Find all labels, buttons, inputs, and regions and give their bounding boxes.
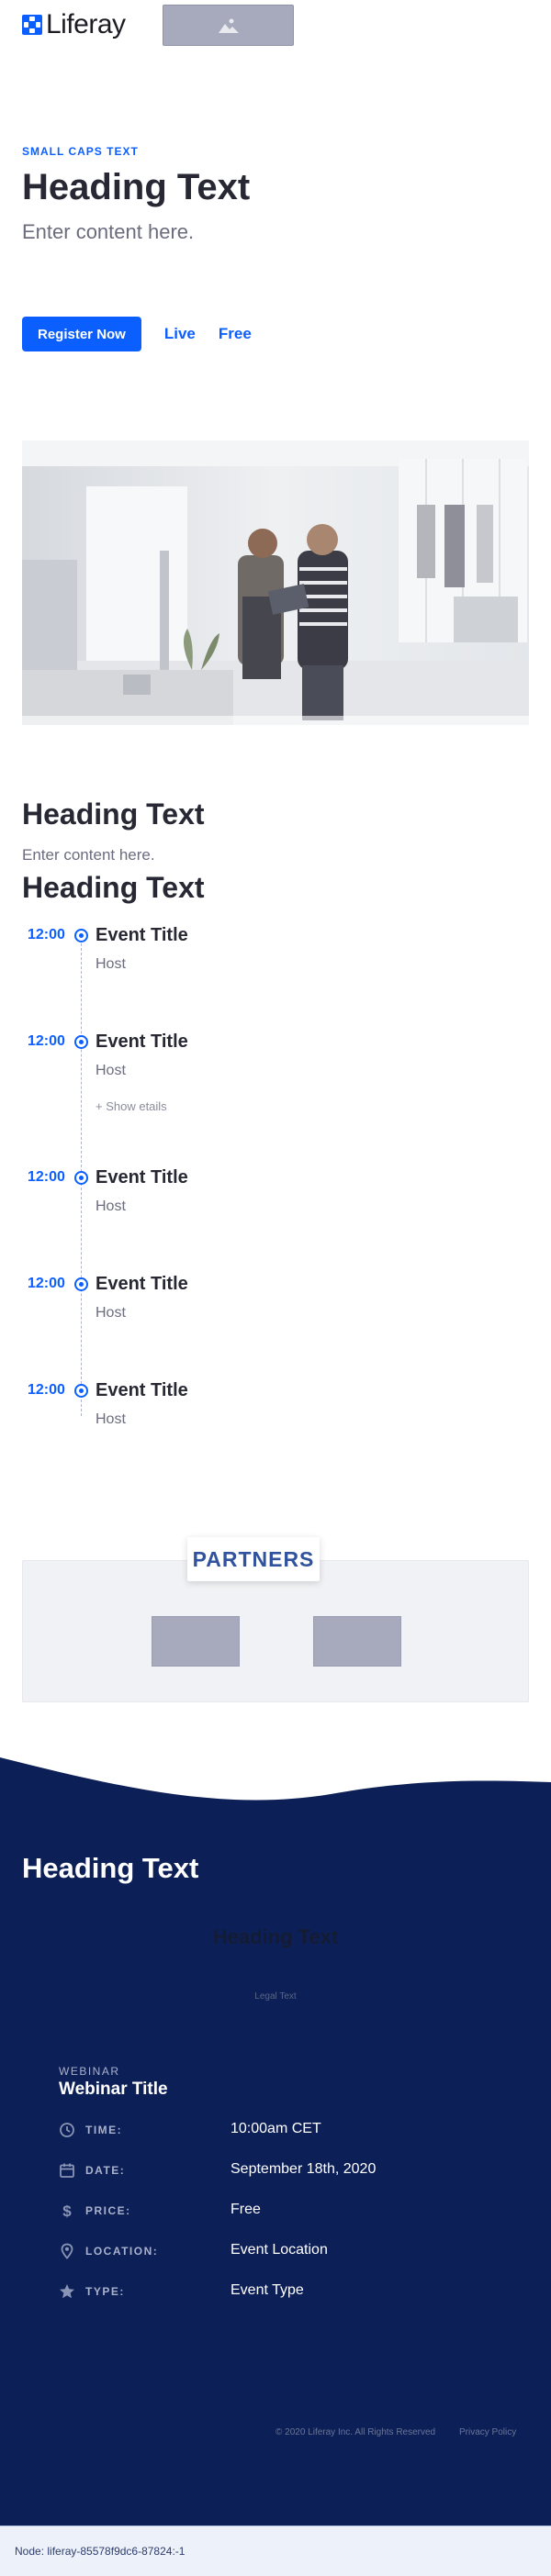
live-link[interactable]: Live	[164, 325, 196, 343]
event-time: 12:00	[28, 1276, 65, 1291]
show-details-link[interactable]: + Show etails	[96, 1099, 167, 1113]
legal-text: Legal Text	[254, 1991, 297, 2002]
store-photo	[22, 440, 529, 725]
detail-value: Event Location	[231, 2242, 328, 2258]
event-title: Event Title	[96, 1380, 188, 1400]
agenda-heading-2: Heading Text	[22, 871, 205, 905]
hero-lead: Enter content here.	[22, 220, 195, 243]
image-icon	[218, 18, 239, 33]
cta-row: Register Now Live Free	[22, 317, 252, 351]
event-host: Host	[96, 956, 126, 972]
detail-row-type: TYPE: Event Type	[59, 2281, 500, 2303]
detail-label: PRICE:	[85, 2204, 131, 2217]
event-time: 12:00	[28, 1382, 65, 1398]
node-status-bar: Node: liferay-85578f9dc6-87824:-1	[0, 2526, 551, 2576]
detail-label: LOCATION:	[85, 2245, 159, 2258]
copyright-text: © 2020 Liferay Inc. All Rights Reserved	[276, 2427, 436, 2437]
hero-heading: Heading Text	[22, 167, 251, 207]
detail-value: September 18th, 2020	[231, 2161, 377, 2177]
location-pin-icon	[61, 2243, 73, 2259]
calendar-icon	[60, 2163, 74, 2178]
svg-text:$: $	[62, 2202, 72, 2219]
clock-icon	[60, 2123, 74, 2137]
partners-panel	[22, 1560, 529, 1702]
footer-heading: Heading Text	[22, 1852, 199, 1884]
agenda-subtext: Enter content here.	[22, 846, 155, 864]
footer-body	[0, 1848, 551, 2526]
event-title: Event Title	[96, 1167, 188, 1188]
timeline-dot-icon	[74, 929, 88, 942]
free-link[interactable]: Free	[219, 325, 252, 343]
timeline-dot-icon	[74, 1171, 88, 1185]
footer-wave	[0, 1757, 551, 1849]
webinar-info: WEBINAR Webinar Title	[59, 2065, 500, 2100]
register-now-button[interactable]: Register Now	[22, 317, 141, 351]
agenda-section: Heading Text Enter content here. Heading…	[22, 797, 529, 1427]
event-host: Host	[96, 1305, 126, 1321]
logo-text: Liferay	[46, 9, 126, 39]
event-time: 12:00	[28, 927, 65, 942]
event-host: Host	[96, 1199, 126, 1214]
partner-logo[interactable]	[313, 1616, 401, 1667]
detail-label: DATE:	[85, 2164, 126, 2177]
detail-row-date: DATE: September 18th, 2020	[59, 2160, 500, 2182]
agenda-heading: Heading Text	[22, 797, 205, 831]
site-header: Liferay	[0, 0, 551, 55]
detail-value: 10:00am CET	[231, 2121, 321, 2136]
node-status-text: Node: liferay-85578f9dc6-87824:-1	[15, 2545, 186, 2558]
timeline-dot-icon	[74, 1035, 88, 1049]
privacy-policy-link[interactable]: Privacy Policy	[459, 2427, 516, 2437]
detail-value: Event Type	[231, 2282, 304, 2298]
event-host: Host	[96, 1063, 126, 1078]
detail-row-location: LOCATION: Event Location	[59, 2241, 500, 2263]
event-title: Event Title	[96, 1032, 188, 1052]
dollar-icon: $	[62, 2202, 72, 2219]
liferay-logo[interactable]: Liferay	[22, 11, 126, 39]
timeline-dot-icon	[74, 1277, 88, 1291]
partner-logo[interactable]	[152, 1616, 240, 1667]
detail-row-time: TIME: 10:00am CET	[59, 2120, 500, 2142]
event-title: Event Title	[96, 925, 188, 945]
event-host: Host	[96, 1411, 126, 1427]
detail-label: TIME:	[85, 2124, 123, 2136]
event-time: 12:00	[28, 1169, 65, 1185]
detail-value: Free	[231, 2202, 261, 2217]
liferay-logo-mark-icon	[22, 15, 42, 35]
webinar-kicker: WEBINAR	[59, 2065, 120, 2078]
hero-image	[22, 440, 529, 725]
star-icon	[60, 2284, 74, 2299]
detail-label: TYPE:	[85, 2285, 125, 2298]
footer-heading-secondary: Heading Text	[212, 1925, 339, 1948]
partners-title: PARTNERS	[187, 1537, 320, 1581]
timeline-dot-icon	[74, 1384, 88, 1398]
event-time: 12:00	[28, 1033, 65, 1049]
image-placeholder	[163, 5, 294, 46]
hero-section: SMALL CAPS TEXT Heading Text Enter conte…	[22, 145, 529, 244]
detail-row-price: $ PRICE: Free	[59, 2201, 500, 2223]
hero-kicker: SMALL CAPS TEXT	[22, 145, 139, 158]
webinar-title: Webinar Title	[59, 2080, 168, 2099]
event-title: Event Title	[96, 1274, 188, 1294]
